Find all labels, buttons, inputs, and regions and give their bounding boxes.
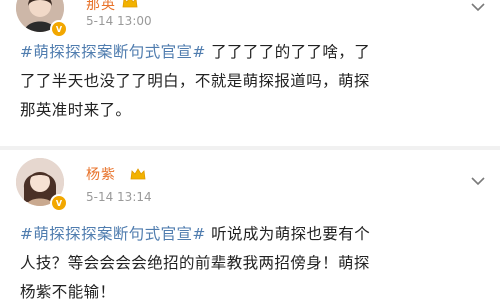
post-line: 了了半天也没了了明白，不就是萌探报道吗，萌探 bbox=[20, 72, 370, 90]
post-line: 人技？等会会会会绝招的前辈教我两招傍身！萌探 bbox=[20, 254, 370, 272]
author-name[interactable]: 那英 bbox=[86, 0, 116, 14]
crown-icon bbox=[130, 168, 146, 180]
hashtag-link[interactable]: #萌探探探案断句式官宣# bbox=[20, 43, 206, 61]
weibo-post: V 杨紫 5-14 13:14 #萌探探探案断句式官宣# 听说成为萌探也要有个 … bbox=[0, 148, 500, 306]
chevron-down-icon[interactable] bbox=[470, 176, 486, 186]
crown-icon bbox=[122, 0, 138, 8]
post-timestamp: 5-14 13:14 bbox=[86, 190, 152, 204]
verified-badge-icon: V bbox=[50, 194, 68, 212]
post-line: #萌探探探案断句式官宣# 了了了了的了了啥，了 bbox=[20, 38, 482, 67]
post-line-text: 听说成为萌探也要有个 bbox=[205, 225, 371, 243]
post-line: 杨紫不能输！ bbox=[20, 283, 116, 301]
post-text: #萌探探探案断句式官宣# 了了了了的了了啥，了 了了半天也没了了明白，不就是萌探… bbox=[20, 38, 482, 125]
post-line: 那英准时来了。 bbox=[20, 101, 132, 119]
weibo-post: V 那英 5-14 13:00 #萌探探探案断句式官宣# 了了了了的了了啥，了 … bbox=[0, 0, 500, 148]
author-name[interactable]: 杨紫 bbox=[86, 164, 116, 184]
post-text: #萌探探探案断句式官宣# 听说成为萌探也要有个 人技？等会会会会绝招的前辈教我两… bbox=[20, 220, 482, 307]
post-line: #萌探探探案断句式官宣# 听说成为萌探也要有个 bbox=[20, 220, 482, 249]
hashtag-link[interactable]: #萌探探探案断句式官宣# bbox=[20, 225, 206, 243]
verified-badge-icon: V bbox=[50, 20, 68, 38]
post-timestamp: 5-14 13:00 bbox=[86, 14, 152, 28]
chevron-down-icon[interactable] bbox=[470, 2, 486, 12]
post-line-text: 了了了了的了了啥，了 bbox=[205, 43, 371, 61]
